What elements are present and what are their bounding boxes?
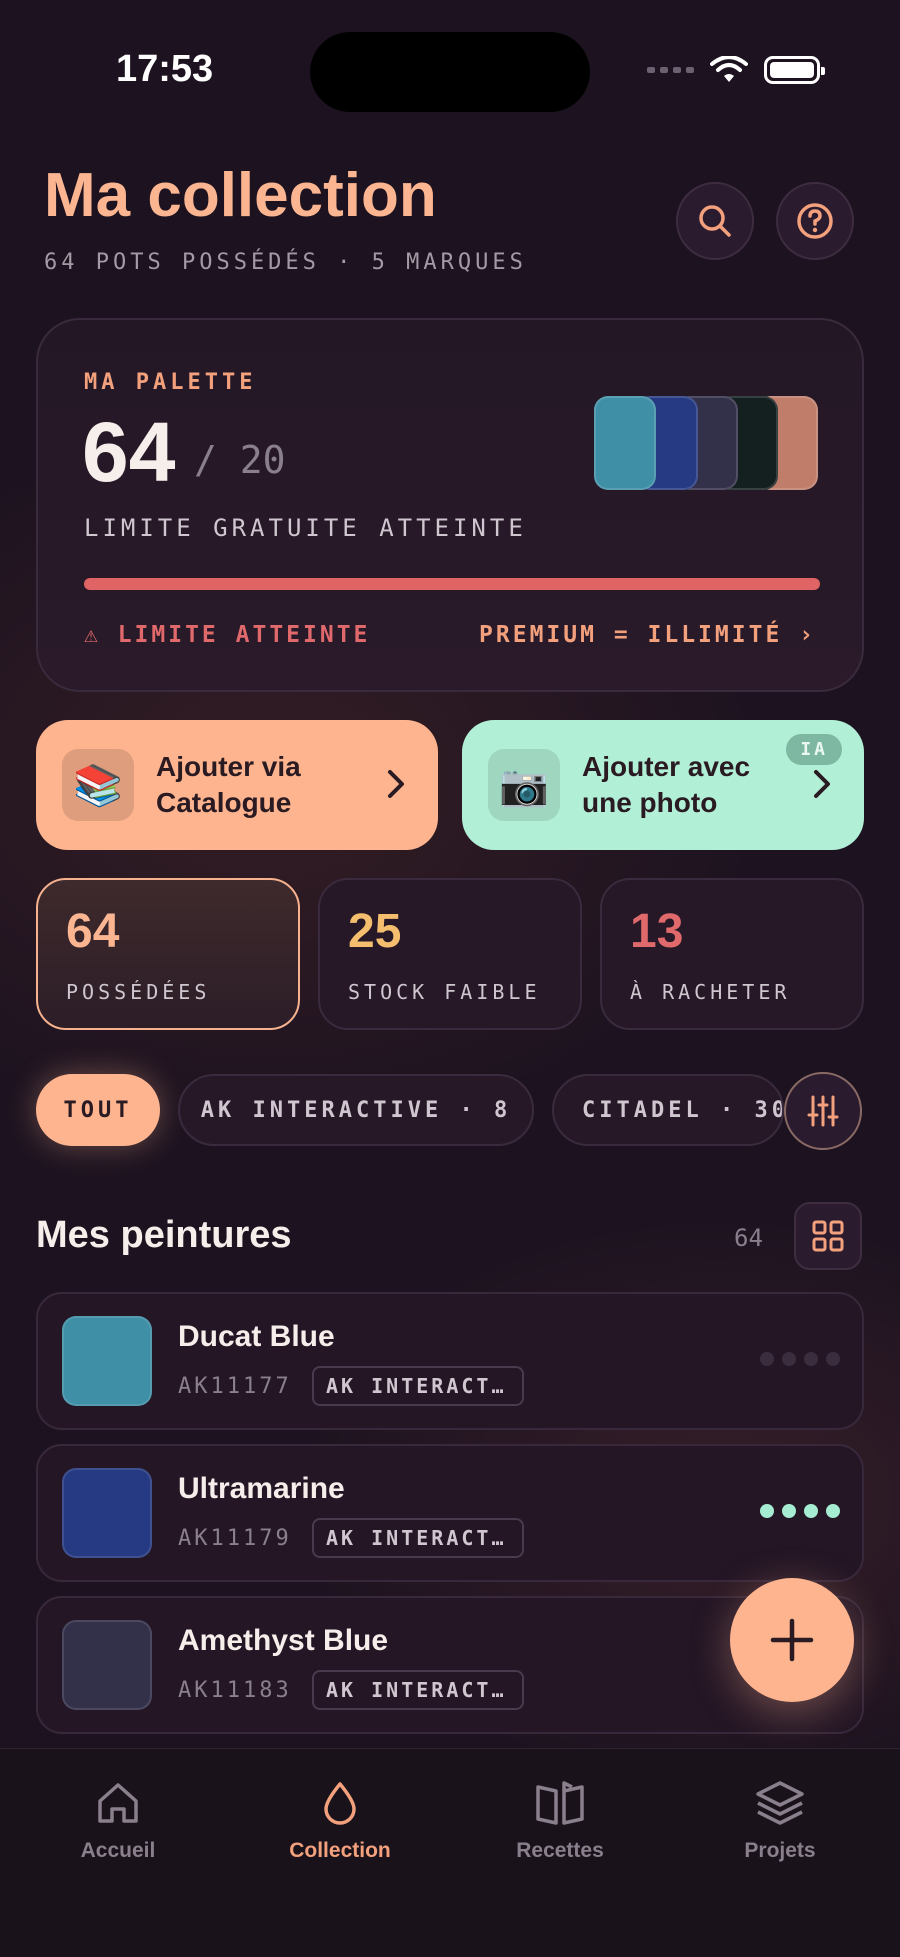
- page-title: Ma collection: [44, 161, 437, 230]
- status-indicators: [647, 56, 825, 84]
- page-subtitle: 64 POTS POSSÉDÉS · 5 MARQUES: [44, 250, 527, 275]
- stat-value: 13: [630, 905, 684, 958]
- stock-level-indicator: [760, 1504, 840, 1518]
- ia-badge: IA: [786, 734, 842, 765]
- paint-code: AK11179: [178, 1526, 292, 1551]
- paint-row[interactable]: Ducat Blue AK11177 AK INTERACT…: [36, 1292, 864, 1430]
- book-icon: [536, 1781, 584, 1825]
- grid-icon: [812, 1220, 844, 1252]
- paint-code: AK11183: [178, 1678, 292, 1703]
- stat-caption: POSSÉDÉES: [66, 980, 211, 1004]
- paint-brand-tag: AK INTERACT…: [312, 1670, 524, 1710]
- filter-chip-ak-interactive[interactable]: AK INTERACTIVE · 8: [178, 1074, 534, 1146]
- add-via-photo-button[interactable]: 📷 Ajouter avec une photo IA: [462, 720, 864, 850]
- dynamic-island: [310, 32, 590, 112]
- tab-collection[interactable]: Collection: [240, 1779, 440, 1863]
- add-paint-fab[interactable]: [730, 1578, 854, 1702]
- paint-swatch: [62, 1620, 152, 1710]
- paint-brand-tag: AK INTERACT…: [312, 1366, 524, 1406]
- limit-warning: ⚠ LIMITE ATTEINTE: [84, 622, 371, 648]
- stat-low-stock[interactable]: 25 STOCK FAIBLE: [318, 878, 582, 1030]
- filter-settings-button[interactable]: [784, 1072, 862, 1150]
- drop-icon: [324, 1782, 356, 1825]
- catalog-label: Ajouter via Catalogue: [156, 751, 301, 818]
- help-icon: [797, 203, 833, 239]
- tab-recipes[interactable]: Recettes: [460, 1779, 660, 1863]
- stat-caption: À RACHETER: [630, 980, 791, 1004]
- palette-count: 64: [82, 405, 176, 499]
- palette-label: MA PALETTE: [84, 370, 257, 395]
- stat-value: 64: [66, 905, 120, 958]
- grid-view-button[interactable]: [794, 1202, 862, 1270]
- section-count: 64: [734, 1224, 763, 1252]
- chevron-right-icon: [814, 770, 830, 798]
- books-icon: 📚: [62, 749, 134, 821]
- tab-bar: Accueil Collection Recettes Projets: [0, 1748, 900, 1957]
- photo-label: Ajouter avec une photo: [582, 751, 751, 818]
- tab-label: Projets: [744, 1839, 816, 1862]
- stat-to-rebuy[interactable]: 13 À RACHETER: [600, 878, 864, 1030]
- chevron-right-icon: [388, 770, 404, 798]
- filter-chip-citadel[interactable]: CITADEL · 30: [552, 1074, 784, 1146]
- add-via-catalog-button[interactable]: 📚 Ajouter via Catalogue: [36, 720, 438, 850]
- camera-icon: 📷: [488, 749, 560, 821]
- status-time: 17:53: [116, 48, 214, 90]
- paint-row[interactable]: Ultramarine AK11179 AK INTERACT…: [36, 1444, 864, 1582]
- help-button[interactable]: [776, 182, 854, 260]
- wifi-icon: [710, 56, 748, 82]
- tab-label: Recettes: [516, 1839, 604, 1862]
- home-icon: [98, 1783, 138, 1823]
- stock-level-indicator: [760, 1352, 840, 1366]
- battery-icon: [764, 56, 825, 84]
- palette-card[interactable]: MA PALETTE 64 / 20 LIMITE GRATUITE ATTEI…: [36, 318, 864, 692]
- paint-name: Ultramarine: [178, 1472, 345, 1505]
- stat-caption: STOCK FAIBLE: [348, 980, 541, 1004]
- search-button[interactable]: [676, 182, 754, 260]
- paint-name: Ducat Blue: [178, 1320, 335, 1353]
- plus-icon: [770, 1618, 814, 1662]
- tab-label: Collection: [289, 1839, 391, 1862]
- tab-home[interactable]: Accueil: [18, 1779, 218, 1863]
- section-title: Mes peintures: [36, 1214, 292, 1256]
- palette-max: / 20: [194, 438, 286, 482]
- stat-owned[interactable]: 64 POSSÉDÉES: [36, 878, 300, 1030]
- sliders-icon: [807, 1095, 839, 1127]
- paint-code: AK11177: [178, 1374, 292, 1399]
- signal-icon: [647, 67, 694, 73]
- layers-icon: [756, 1781, 804, 1825]
- tab-projects[interactable]: Projets: [680, 1779, 880, 1863]
- paint-swatch: [62, 1468, 152, 1558]
- tab-label: Accueil: [80, 1839, 156, 1862]
- filter-chip-all[interactable]: TOUT: [36, 1074, 160, 1146]
- limit-progress-bar: [84, 578, 820, 590]
- premium-link[interactable]: PREMIUM = ILLIMITÉ ›: [479, 622, 816, 648]
- paint-brand-tag: AK INTERACT…: [312, 1518, 524, 1558]
- palette-swatches: [594, 396, 818, 490]
- swatch: [594, 396, 656, 490]
- stat-value: 25: [348, 905, 402, 958]
- limit-text: LIMITE GRATUITE ATTEINTE: [84, 514, 527, 542]
- paint-name: Amethyst Blue: [178, 1624, 389, 1657]
- search-icon: [699, 205, 731, 237]
- paint-swatch: [62, 1316, 152, 1406]
